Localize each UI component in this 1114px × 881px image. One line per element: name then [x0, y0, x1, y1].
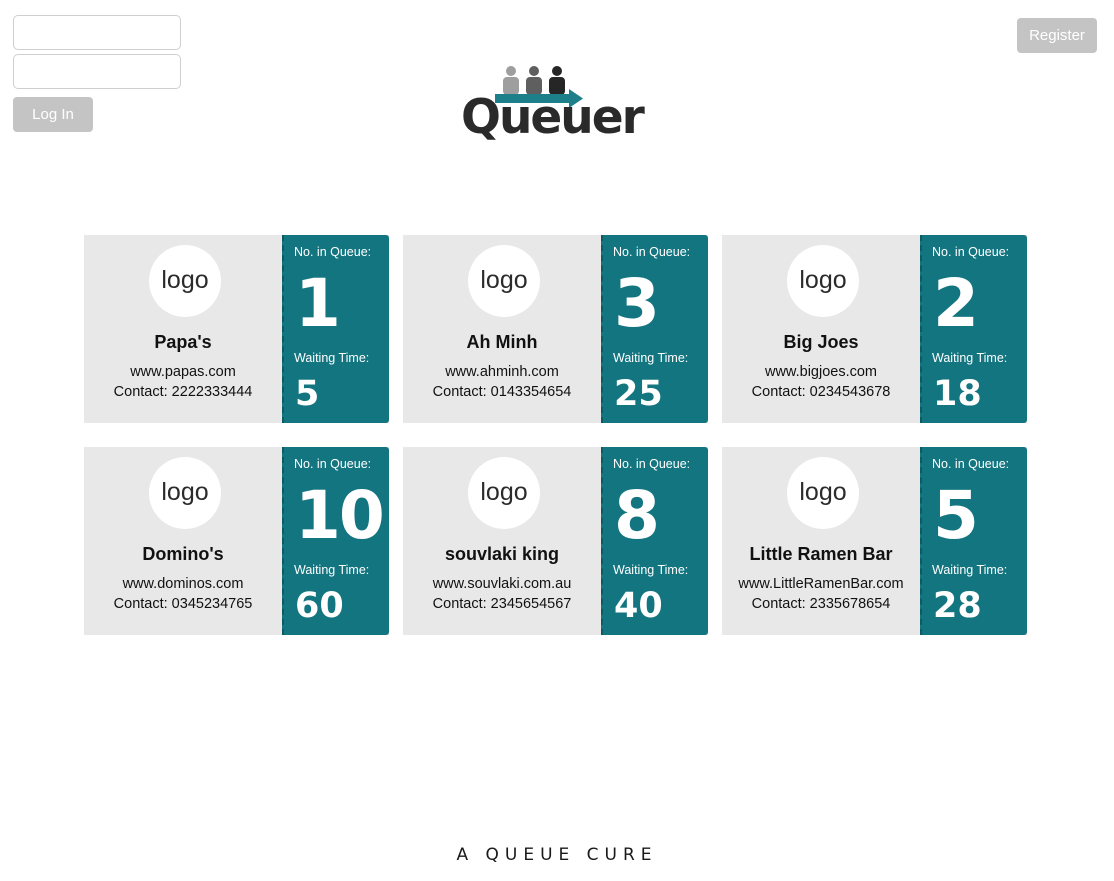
username-input[interactable] — [13, 15, 181, 50]
brand-logo: Queuer — [457, 60, 667, 152]
business-name: Ah Minh — [466, 332, 538, 352]
business-logo: logo — [787, 457, 859, 529]
password-input[interactable] — [13, 54, 181, 89]
business-website[interactable]: www.papas.com — [84, 364, 282, 380]
waiting-time: 28 — [933, 586, 982, 626]
business-logo: logo — [468, 457, 540, 529]
business-card[interactable]: logo souvlaki king www.souvlaki.com.au C… — [403, 447, 708, 635]
waiting-time: 5 — [295, 374, 320, 414]
business-card[interactable]: logo Little Ramen Bar www.LittleRamenBar… — [722, 447, 1027, 635]
business-contact: Contact: 2345654567 — [432, 596, 572, 612]
waiting-time-label: Waiting Time: — [932, 563, 1008, 577]
waiting-time-label: Waiting Time: — [613, 351, 689, 365]
business-card[interactable]: logo Papa's www.papas.com Contact: 22223… — [84, 235, 389, 423]
queue-count: 5 — [933, 477, 979, 554]
business-card[interactable]: logo Big Joes www.bigjoes.com Contact: 0… — [722, 235, 1027, 423]
queue-count: 1 — [295, 265, 341, 342]
business-info: logo souvlaki king www.souvlaki.com.au C… — [403, 447, 601, 635]
waiting-time-label: Waiting Time: — [294, 351, 370, 365]
queue-ticket: No. in Queue: 2 Waiting Time: 18 — [920, 235, 1027, 423]
queue-count: 3 — [614, 265, 660, 342]
waiting-time: 25 — [614, 374, 663, 414]
business-website[interactable]: www.dominos.com — [84, 576, 282, 592]
business-name: souvlaki king — [444, 544, 560, 564]
business-contact: Contact: 0234543678 — [751, 384, 891, 400]
register-button[interactable]: Register — [1017, 18, 1097, 53]
waiting-time-label: Waiting Time: — [294, 563, 370, 577]
business-contact: Contact: 0143354654 — [432, 384, 572, 400]
business-logo: logo — [149, 245, 221, 317]
queue-count-label: No. in Queue: — [294, 457, 372, 471]
business-info: logo Ah Minh www.ahminh.com Contact: 014… — [403, 235, 601, 423]
waiting-time-label: Waiting Time: — [613, 563, 689, 577]
business-contact: Contact: 2222333444 — [113, 384, 253, 400]
business-card[interactable]: logo Domino's www.dominos.com Contact: 0… — [84, 447, 389, 635]
business-website[interactable]: www.ahminh.com — [403, 364, 601, 380]
business-info: logo Papa's www.papas.com Contact: 22223… — [84, 235, 282, 423]
business-card[interactable]: logo Ah Minh www.ahminh.com Contact: 014… — [403, 235, 708, 423]
business-logo: logo — [468, 245, 540, 317]
business-info: logo Domino's www.dominos.com Contact: 0… — [84, 447, 282, 635]
business-website[interactable]: www.souvlaki.com.au — [403, 576, 601, 592]
queue-count-label: No. in Queue: — [932, 245, 1010, 259]
queue-count-label: No. in Queue: — [613, 457, 691, 471]
business-logo: logo — [149, 457, 221, 529]
business-info: logo Little Ramen Bar www.LittleRamenBar… — [722, 447, 920, 635]
waiting-time: 18 — [933, 374, 982, 414]
login-form: Log In — [13, 15, 181, 132]
queue-count: 10 — [295, 477, 385, 554]
waiting-time: 60 — [295, 586, 344, 626]
business-website[interactable]: www.bigjoes.com — [722, 364, 920, 380]
business-info: logo Big Joes www.bigjoes.com Contact: 0… — [722, 235, 920, 423]
business-contact: Contact: 2335678654 — [751, 596, 891, 612]
queue-count-label: No. in Queue: — [294, 245, 372, 259]
business-name: Domino's — [142, 544, 224, 564]
queue-ticket: No. in Queue: 8 Waiting Time: 40 — [601, 447, 708, 635]
queue-count-label: No. in Queue: — [932, 457, 1010, 471]
queue-count: 2 — [933, 265, 979, 342]
waiting-time: 40 — [614, 586, 663, 626]
queue-ticket: No. in Queue: 3 Waiting Time: 25 — [601, 235, 708, 423]
queue-ticket: No. in Queue: 1 Waiting Time: 5 — [282, 235, 389, 423]
business-name: Papa's — [154, 332, 212, 352]
business-grid: logo Papa's www.papas.com Contact: 22223… — [84, 235, 1027, 635]
brand-wordmark: Queuer — [461, 90, 645, 145]
tagline: A QUEUE CURE — [456, 845, 658, 865]
queue-ticket: No. in Queue: 10 Waiting Time: 60 — [282, 447, 389, 635]
business-name: Little Ramen Bar — [749, 544, 893, 564]
business-name: Big Joes — [783, 332, 859, 352]
business-contact: Contact: 0345234765 — [113, 596, 253, 612]
business-website[interactable]: www.LittleRamenBar.com — [722, 576, 920, 592]
queue-count-label: No. in Queue: — [613, 245, 691, 259]
login-button[interactable]: Log In — [13, 97, 93, 132]
business-logo: logo — [787, 245, 859, 317]
queue-count: 8 — [614, 477, 660, 554]
waiting-time-label: Waiting Time: — [932, 351, 1008, 365]
queue-ticket: No. in Queue: 5 Waiting Time: 28 — [920, 447, 1027, 635]
